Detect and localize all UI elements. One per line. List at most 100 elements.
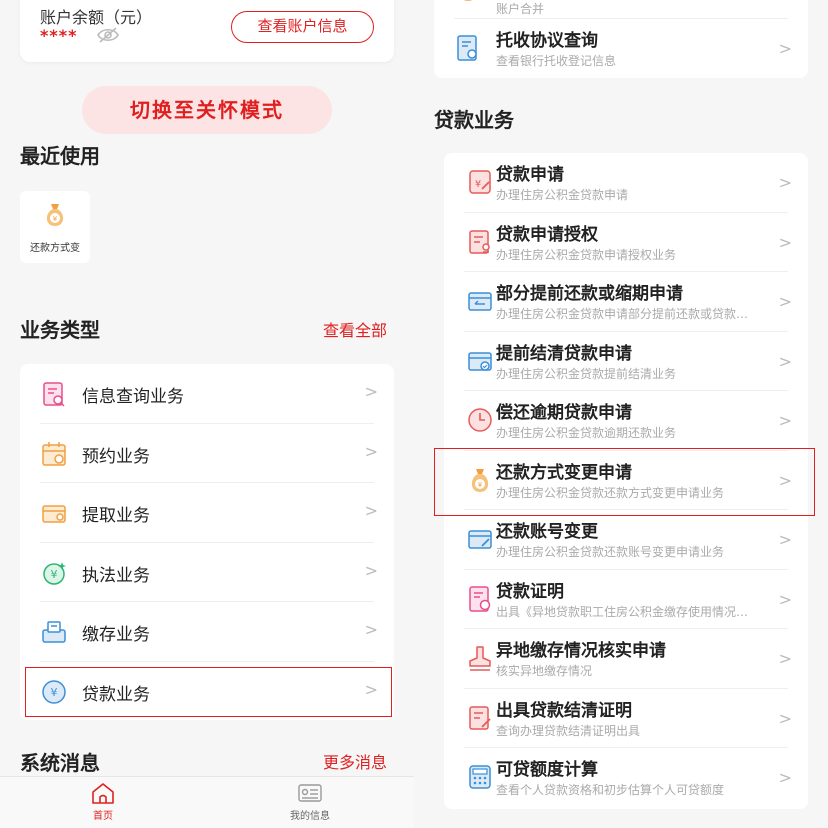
business-type-label: 执法业务 [82,565,150,586]
chevron-right-icon: > [364,620,378,639]
recent-title: 最近使用 [20,144,100,168]
loan-item-subtitle: 查询办理贷款结清证明出具 [496,723,641,738]
list-item-subtitle: 账户合并 [496,2,545,16]
list-item-collection-agreement[interactable]: 托收协议查询 查看银行托收登记信息 > [434,19,808,79]
certificate-icon [469,585,491,612]
loan-item-title: 提前结清贷款申请 [496,343,632,364]
loan-item-remote-deposit-verification[interactable]: 异地缴存情况核实申请 核实异地缴存情况 > [444,629,808,689]
tab-my-info-label: 我的信息 [290,811,330,822]
balance-card: 账户余额（元） **** 查看账户信息 [20,0,394,62]
home-panel: 账户余额（元） **** 查看账户信息 切换至关怀模式 最近使用 ¥ 还款方式变… [0,0,414,828]
chevron-right-icon: > [778,173,792,192]
chevron-right-icon: > [778,530,792,549]
account-merge-icon [463,0,473,1]
eye-off-icon[interactable] [96,26,120,44]
document-search-icon [457,35,477,61]
tab-home-label: 首页 [93,811,113,822]
wallet-icon [42,505,66,523]
authorization-icon [469,229,490,254]
stamp-icon [469,646,491,671]
tab-my-info[interactable]: 我的信息 [260,781,360,822]
loan-item-settlement-certificate[interactable]: 出具贷款结清证明 查询办理贷款结清证明出具 > [444,689,808,748]
business-type-label: 提取业务 [82,506,150,526]
business-type-label: 信息查询业务 [82,387,184,407]
business-type-list: 信息查询业务 > 预约业务 > 提取业务 > ¥ 执法业务 > 缴存业务 > ¥… [20,364,394,720]
loan-item-subtitle: 办理住房公积金贷款提前结清业务 [496,366,677,381]
tab-bar: 首页 我的信息 [0,776,414,828]
loan-item-subtitle: 核实异地缴存情况 [496,664,593,678]
more-messages-link[interactable]: 更多消息 [323,749,387,773]
deposit-icon [42,621,66,643]
view-account-button[interactable]: 查看账户信息 [231,11,374,43]
law-icon: ¥ [43,561,66,585]
business-type-info-query[interactable]: 信息查询业务 > [20,364,394,424]
loan-item-title: 贷款申请 [496,165,564,185]
business-type-appointment[interactable]: 预约业务 > [20,424,394,483]
loan-item-subtitle: 出具《异地贷款职工住房公积金缴存使用情况… [496,604,749,619]
business-type-withdraw[interactable]: 提取业务 > [20,483,394,543]
business-type-deposit[interactable]: 缴存业务 > [20,602,394,662]
loan-item-loan-certificate[interactable]: 贷款证明 出具《异地贷款职工住房公积金缴存使用情况… > [444,570,808,629]
chevron-right-icon: > [778,351,792,371]
business-types-title: 业务类型 [20,318,100,342]
loan-item-quota-calculator[interactable]: 可贷额度计算 查看个人贷款资格和初步估算个人可贷额度 > [444,748,808,808]
loan-item-subtitle: 办理住房公积金贷款还款账号变更申请业务 [496,545,725,559]
loan-item-subtitle: 查看个人贷款资格和初步估算个人可贷额度 [496,783,725,797]
loan-item-subtitle: 办理住房公积金贷款申请 [496,188,629,202]
chevron-right-icon: > [778,292,792,311]
loan-item-title: 贷款申请授权 [496,224,598,245]
svg-text:¥: ¥ [51,686,58,699]
loan-item-subtitle: 办理住房公积金贷款申请授权业务 [496,247,677,262]
id-card-icon [298,784,322,802]
chevron-right-icon: > [778,649,792,668]
card-return-icon [468,292,492,311]
money-bag-icon: ¥ [471,468,489,492]
loan-item-title: 部分提前还款或缩期申请 [496,284,683,304]
chevron-right-icon: > [364,560,378,580]
loan-services-panel: 账户合并 托收协议查询 查看银行托收登记信息 > 贷款业务 ¥ 贷款申请 办理住… [414,0,828,828]
loan-item-full-settlement[interactable]: 提前结清贷款申请 办理住房公积金贷款提前结清业务 > [444,332,808,391]
svg-text:¥: ¥ [51,568,58,581]
chevron-right-icon: > [778,39,792,58]
recent-item[interactable]: ¥ 还款方式变 [20,191,90,263]
list-item-account-merge[interactable]: 账户合并 [434,0,808,19]
business-type-loan[interactable]: ¥ 贷款业务 > [20,662,394,722]
list-item-subtitle: 查看银行托收登记信息 [496,54,617,68]
calculator-icon [469,765,491,789]
chevron-right-icon: > [778,708,792,728]
money-bag-icon: ¥ [46,204,64,226]
chevron-right-icon: > [364,501,378,520]
query-list: 账户合并 托收协议查询 查看银行托收登记信息 > [434,0,808,78]
care-mode-button[interactable]: 切换至关怀模式 [82,86,332,134]
business-type-law[interactable]: ¥ 执法业务 > [20,543,394,602]
balance-label: 账户余额（元） [40,8,153,27]
view-all-link[interactable]: 查看全部 [323,317,387,341]
loan-item-overdue-repayment[interactable]: 偿还逾期贷款申请 办理住房公积金贷款逾期还款业务 > [444,391,808,451]
chevron-right-icon: > [364,679,378,699]
chevron-right-icon: > [778,411,792,430]
loan-item-title: 贷款证明 [496,581,564,602]
recent-item-label: 还款方式变 [30,243,80,254]
loan-application-icon: ¥ [469,170,491,194]
loan-item-partial-prepayment[interactable]: 部分提前还款或缩期申请 办理住房公积金贷款申请部分提前还款或贷款… > [444,272,808,332]
clock-icon [468,408,492,432]
screen: 账户余额（元） **** 查看账户信息 切换至关怀模式 最近使用 ¥ 还款方式变… [0,0,828,828]
loan-item-repayment-method-change[interactable]: ¥ 还款方式变更申请 办理住房公积金贷款还款方式变更申请业务 > [444,451,808,510]
chevron-right-icon: > [778,232,792,252]
loan-item-authorization[interactable]: 贷款申请授权 办理住房公积金贷款申请授权业务 > [444,213,808,272]
tab-home[interactable]: 首页 [53,781,153,822]
loan-item-title: 还款方式变更申请 [496,462,632,483]
chevron-right-icon: > [364,382,378,401]
loan-service-list: ¥ 贷款申请 办理住房公积金贷款申请 > 贷款申请授权 办理住房公积金贷款申请授… [444,153,808,809]
card-check-icon [468,351,492,371]
chevron-right-icon: > [364,441,378,461]
system-messages-title: 系统消息 [20,751,100,775]
svg-text:¥: ¥ [475,179,481,190]
loan-section-title: 贷款业务 [434,108,514,132]
business-type-label: 预约业务 [82,446,150,467]
loan-item-account-change[interactable]: 还款账号变更 办理住房公积金贷款还款账号变更申请业务 > [444,510,808,570]
card-edit-icon [468,530,492,549]
loan-item-title: 异地缴存情况核实申请 [496,641,666,661]
loan-item-loan-application[interactable]: ¥ 贷款申请 办理住房公积金贷款申请 > [444,153,808,213]
loan-item-title: 可贷额度计算 [496,760,598,780]
